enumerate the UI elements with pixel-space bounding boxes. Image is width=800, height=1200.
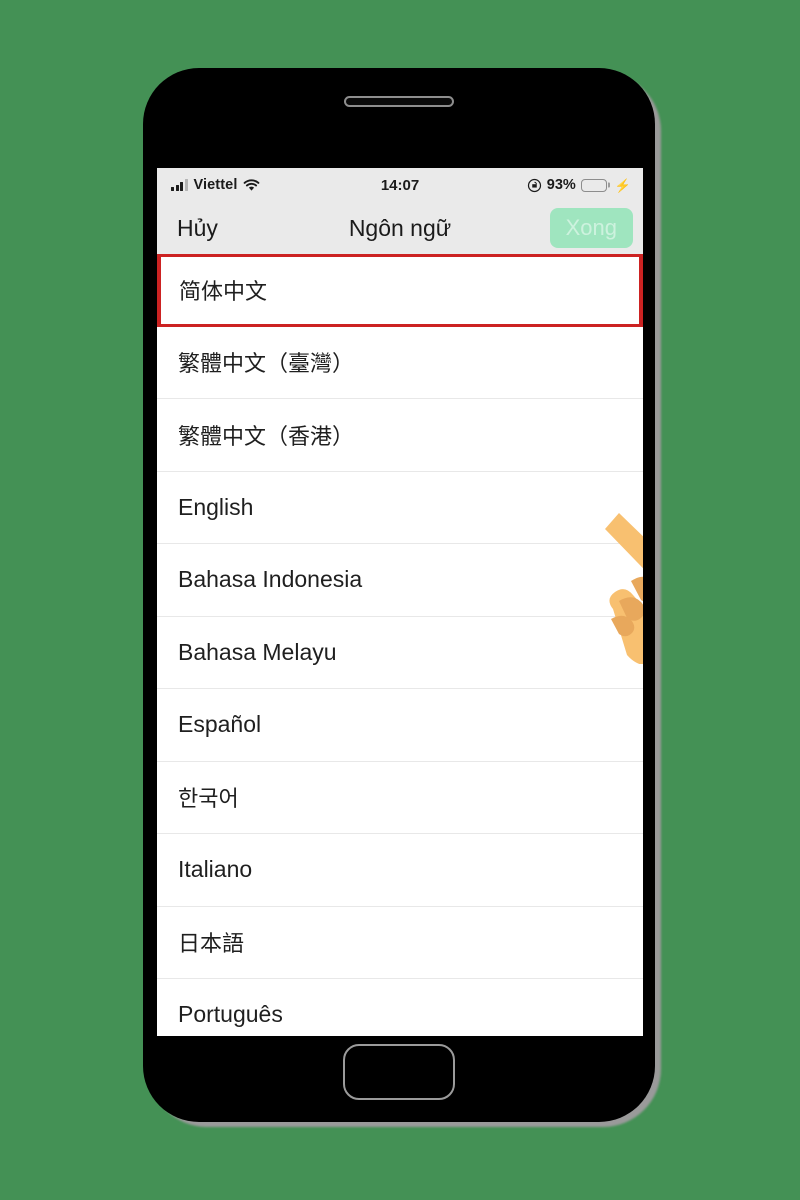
language-row[interactable]: 日本語 xyxy=(157,906,643,979)
language-list: 简体中文繁體中文（臺灣） 繁體中文（香港） English Bahasa Indone… xyxy=(157,254,643,1036)
language-row[interactable]: Español xyxy=(157,689,643,762)
status-bar-left: Viettel xyxy=(171,177,260,193)
phone-screen: Viettel 14:07 93% ⚡ Hủy Ngôn ngữ Xong 简体… xyxy=(157,168,643,1036)
language-row[interactable]: Bahasa Melayu xyxy=(157,616,643,689)
signal-bars-icon xyxy=(171,179,188,191)
language-label: Português xyxy=(178,1001,283,1028)
language-row[interactable]: 繁體中文（香港） xyxy=(157,399,643,472)
language-row[interactable]: English xyxy=(157,471,643,544)
home-button[interactable] xyxy=(343,1044,455,1100)
navigation-bar: Hủy Ngôn ngữ Xong xyxy=(157,202,643,254)
language-row[interactable]: Italiano xyxy=(157,834,643,907)
language-label: 한국어 xyxy=(178,787,239,813)
carrier-label: Viettel xyxy=(193,177,238,193)
earpiece-speaker-icon xyxy=(344,96,454,107)
status-bar: Viettel 14:07 93% ⚡ xyxy=(157,168,643,202)
language-label: English xyxy=(178,493,254,520)
language-row[interactable]: 한국어 xyxy=(157,761,643,834)
status-bar-right: 93% ⚡ xyxy=(527,177,631,193)
language-label: 日本語 xyxy=(178,932,245,958)
language-label: Bahasa Indonesia xyxy=(178,566,363,593)
cancel-button[interactable]: Hủy xyxy=(177,215,218,242)
language-row[interactable]: 繁體中文（臺灣） xyxy=(157,326,643,399)
language-label: 简体中文 xyxy=(179,280,268,306)
charging-bolt-icon: ⚡ xyxy=(614,177,631,193)
done-button[interactable]: Xong xyxy=(549,208,633,248)
language-row[interactable]: Português xyxy=(157,979,643,1036)
language-label: 繁體中文（香港） xyxy=(178,424,355,450)
language-label: 繁體中文（臺灣） xyxy=(178,352,355,378)
language-label: Italiano xyxy=(178,856,253,883)
battery-icon xyxy=(580,178,607,192)
rotation-lock-icon xyxy=(527,178,542,193)
language-row[interactable]: Bahasa Indonesia xyxy=(157,544,643,617)
battery-percent-label: 93% xyxy=(546,177,576,193)
language-row-selected[interactable]: 简体中文 xyxy=(157,254,643,327)
language-label: Español xyxy=(178,711,262,738)
language-label: Bahasa Melayu xyxy=(178,638,337,665)
wifi-icon xyxy=(243,178,260,192)
